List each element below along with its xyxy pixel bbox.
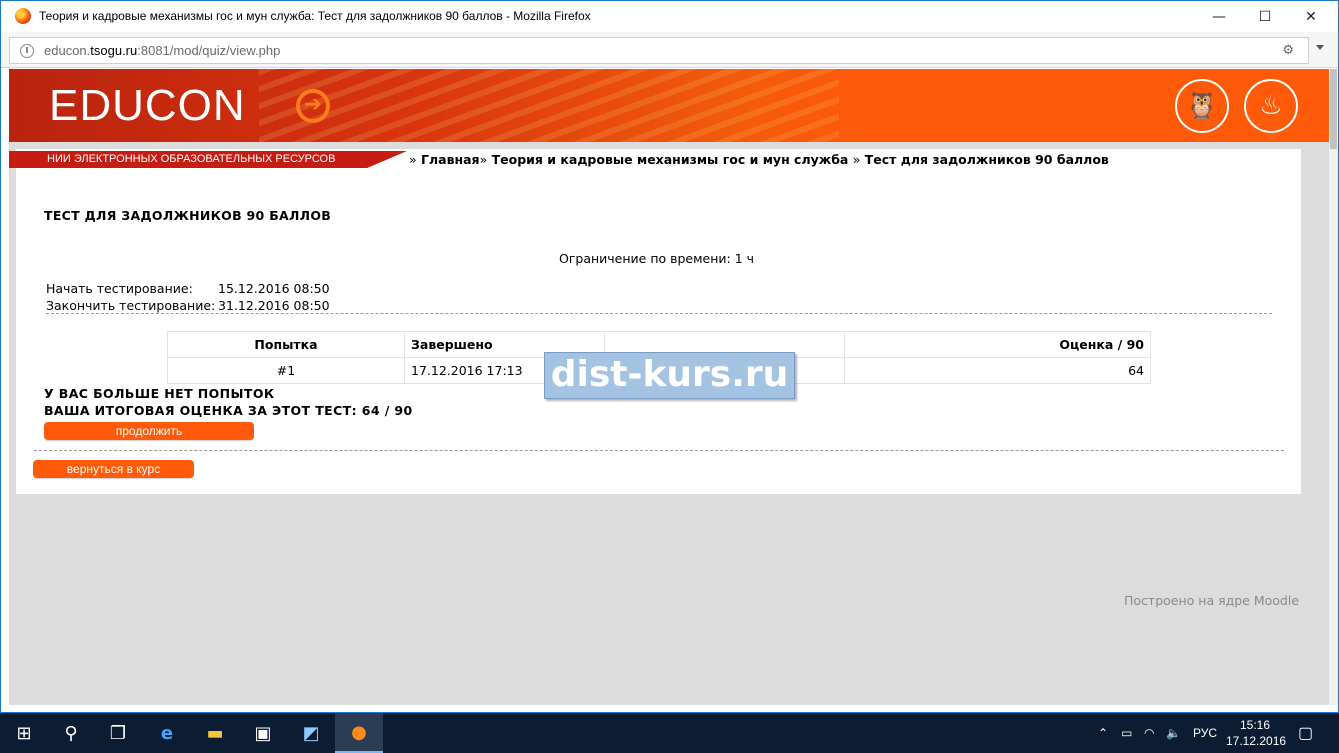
battery-icon[interactable]: ▭ (1121, 713, 1132, 753)
divider (46, 313, 1272, 314)
title-bar: Теория и кадровые механизмы гос и мун сл… (1, 1, 1338, 32)
windows-taskbar: ⊞ ⚲ ❐ e ▬ ▣ ◩ ● ⌃ ▭ ◠ 🔈 РУС 15:16 17.12.… (0, 713, 1339, 753)
store-icon[interactable]: ▣ (239, 713, 287, 753)
site-info-icon[interactable] (20, 44, 34, 58)
header-grade: Оценка / 90 (844, 331, 1151, 358)
breadcrumb-home[interactable]: Главная (421, 152, 480, 167)
address-url[interactable]: educon.tsogu.ru:8081/mod/quiz/view.php (44, 43, 280, 58)
educon-logo[interactable]: EDUCON (49, 81, 246, 131)
site-banner: EDUCON ➔ 🦉 ♨ (9, 69, 1329, 142)
volume-icon[interactable]: 🔈 (1166, 713, 1181, 753)
page-scrollbar[interactable] (1329, 69, 1338, 705)
nii-label: НИИ ЭЛЕКТРОННЫХ ОБРАЗОВАТЕЛЬНЫХ РЕСУРСОВ (9, 151, 407, 168)
task-view-icon[interactable]: ❐ (94, 713, 142, 753)
minimize-button[interactable]: — (1196, 1, 1242, 32)
navigation-bar: educon.tsogu.ru:8081/mod/quiz/view.php ⚙ (1, 32, 1338, 68)
wifi-icon[interactable]: ◠ (1144, 713, 1154, 753)
scrollbar-thumb[interactable] (1330, 69, 1337, 149)
content-panel (16, 149, 1301, 494)
close-button[interactable]: ✕ (1288, 1, 1334, 32)
continue-button[interactable]: продолжить (44, 422, 254, 440)
system-clock[interactable]: 15:16 17.12.2016 (1226, 717, 1287, 749)
banner-decoration (259, 69, 839, 142)
firefox-icon (15, 8, 31, 24)
divider (34, 450, 1284, 451)
cell-attempt: #1 (167, 357, 405, 384)
start-value: 15.12.2016 08:50 (218, 281, 330, 296)
cell-grade: 64 (844, 357, 1151, 384)
university-emblem-icon: ♨ (1244, 79, 1298, 133)
page-viewport: EDUCON ➔ 🦉 ♨ НИИ ЭЛЕКТРОННЫХ ОБРАЗОВАТЕЛ… (9, 69, 1329, 705)
start-label: Начать тестирование: (46, 281, 193, 296)
clock-time: 15:16 (1239, 718, 1271, 732)
firefox-taskbar-icon[interactable]: ● (335, 713, 383, 753)
start-windows-icon[interactable]: ⊞ (0, 713, 48, 753)
breadcrumb: » Главная» Теория и кадровые механизмы г… (409, 152, 1109, 167)
breadcrumb-quiz: Тест для задолжников 90 баллов (864, 152, 1109, 167)
time-limit: Ограничение по времени: 1 ч (559, 251, 755, 266)
no-more-attempts: У ВАС БОЛЬШЕ НЕТ ПОПЫТОК (44, 386, 275, 401)
final-grade: ВАША ИТОГОВАЯ ОЦЕНКА ЗА ЭТОТ ТЕСТ: 64 / … (44, 403, 413, 418)
maximize-button[interactable]: ☐ (1242, 1, 1288, 32)
extension-icon[interactable]: ⚙ (1282, 43, 1294, 58)
app-icon[interactable]: ◩ (287, 713, 335, 753)
breadcrumb-course[interactable]: Теория и кадровые механизмы гос и мун сл… (492, 152, 849, 167)
address-bar[interactable]: educon.tsogu.ru:8081/mod/quiz/view.php ⚙ (9, 37, 1309, 64)
logo-arrow-icon: ➔ (296, 89, 330, 123)
quiz-dates: Начать тестирование: 15.12.2016 08:50 Зак… (46, 280, 330, 314)
window-title: Теория и кадровые механизмы гос и мун сл… (39, 9, 591, 23)
back-to-course-button[interactable]: вернуться в курс (33, 460, 194, 478)
notification-icon[interactable]: ▢ (1298, 713, 1313, 753)
tray-chevron-icon[interactable]: ⌃ (1098, 713, 1108, 753)
clock-date: 17.12.2016 (1226, 734, 1287, 748)
end-label: Закончить тестирование: (46, 298, 216, 313)
attempts-summary: У ВАС БОЛЬШЕ НЕТ ПОПЫТОК ВАША ИТОГОВАЯ О… (44, 385, 413, 419)
header-attempt: Попытка (167, 331, 405, 358)
watermark: dist-kurs.ru (544, 352, 795, 399)
search-icon[interactable]: ⚲ (47, 713, 95, 753)
menu-dropdown-icon[interactable] (1316, 45, 1324, 50)
browser-window: Теория и кадровые механизмы гос и мун сл… (0, 0, 1339, 713)
owl-emblem-icon: 🦉 (1175, 79, 1229, 133)
language-indicator[interactable]: РУС (1193, 713, 1217, 753)
edge-icon[interactable]: e (143, 713, 191, 753)
end-value: 31.12.2016 08:50 (218, 298, 330, 313)
moodle-footer[interactable]: Построено на ядре Moodle (1124, 593, 1299, 608)
page-title: ТЕСТ ДЛЯ ЗАДОЛЖНИКОВ 90 БАЛЛОВ (44, 208, 332, 223)
file-explorer-icon[interactable]: ▬ (191, 713, 239, 753)
